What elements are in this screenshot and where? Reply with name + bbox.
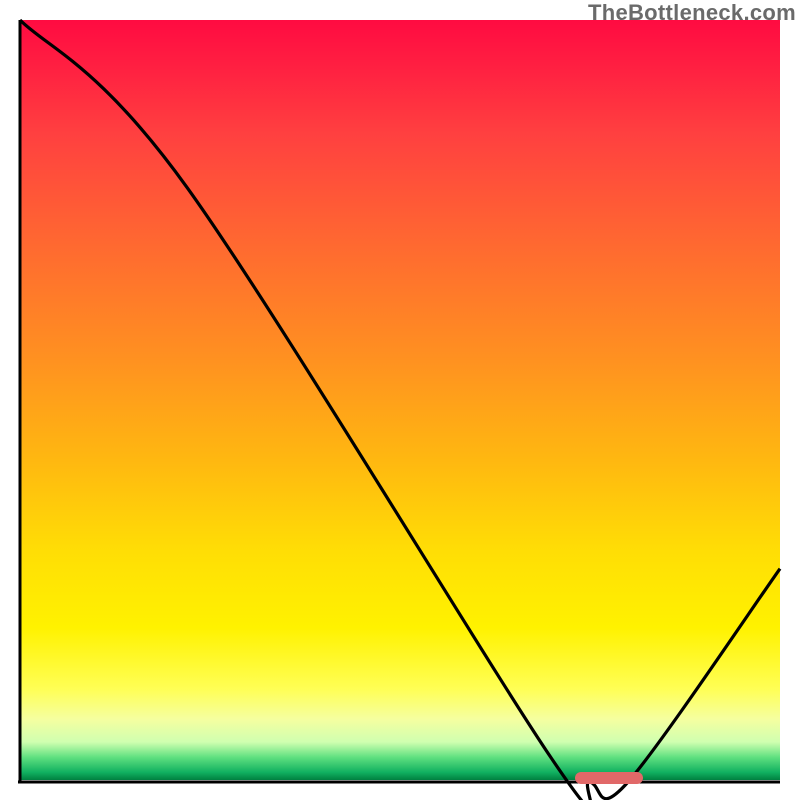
- chart-gradient-background: [20, 20, 780, 780]
- bottleneck-chart: TheBottleneck.com: [0, 0, 800, 800]
- watermark-text: TheBottleneck.com: [588, 0, 796, 26]
- optimal-range-marker: [575, 772, 643, 784]
